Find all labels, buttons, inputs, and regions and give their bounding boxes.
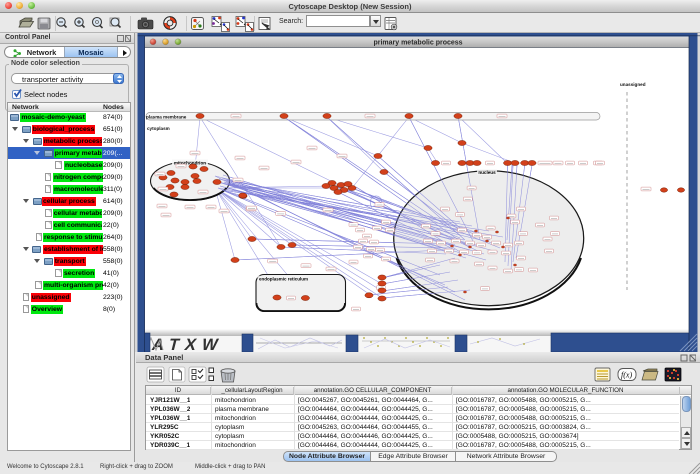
svg-text:unassigned: unassigned [620, 82, 646, 87]
svg-text:f(x): f(x) [621, 371, 632, 380]
svg-text:endoplasmic reticulum: endoplasmic reticulum [259, 276, 308, 281]
svg-text:primary metabolic process: primary metabolic process [373, 40, 462, 47]
svg-text:plasma membrane: plasma membrane [146, 114, 187, 119]
svg-text:nucleus: nucleus [478, 170, 496, 175]
svg-text:cytoplasm: cytoplasm [147, 126, 170, 131]
